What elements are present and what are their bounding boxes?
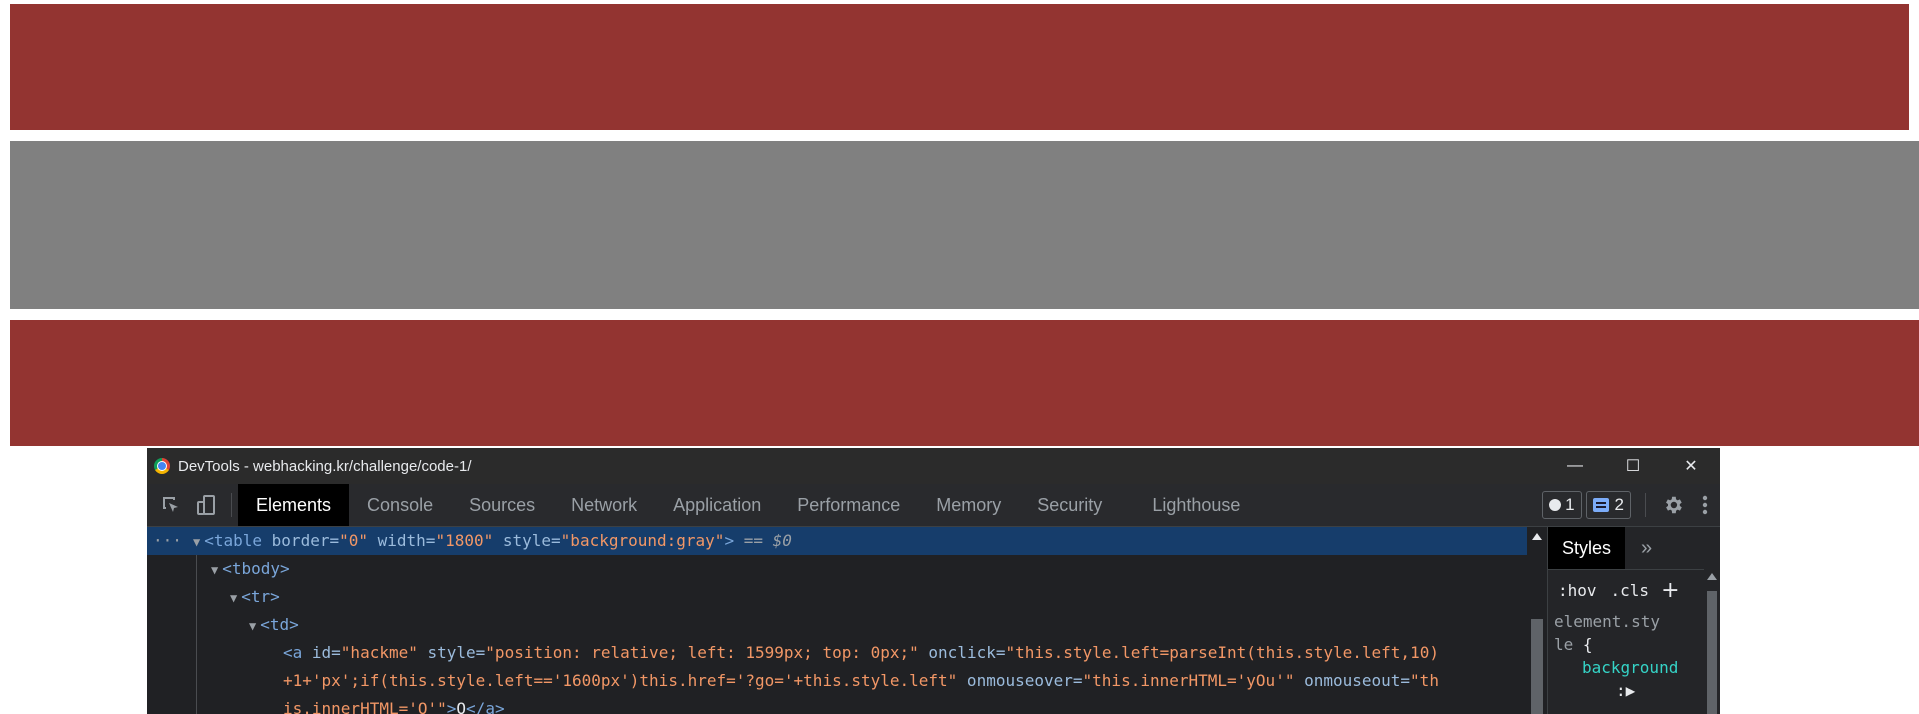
attr-name: border=: [262, 531, 340, 550]
attr-value: "position: relative; left: 1599px; top: …: [485, 643, 919, 662]
attr-name: onclick=: [918, 643, 1006, 662]
expand-triangle-icon[interactable]: ▼: [193, 535, 200, 549]
close-button[interactable]: ✕: [1662, 448, 1720, 484]
style-property[interactable]: background: [1554, 656, 1720, 679]
issue-dot-icon: [1549, 499, 1562, 511]
styles-panel: Styles » :hov .cls + element.sty le { ba…: [1547, 527, 1720, 714]
message-icon: [1592, 498, 1609, 512]
rule-brace: {: [1573, 635, 1593, 654]
attr-name: style=: [493, 531, 561, 550]
tab-network[interactable]: Network: [553, 484, 655, 526]
attr-name: onmouseover=: [957, 671, 1083, 690]
tab-memory[interactable]: Memory: [918, 484, 1019, 526]
attr-value: is.innerHTML='O'": [283, 699, 447, 714]
class-toggle[interactable]: .cls: [1611, 581, 1650, 600]
node-actions-ellipsis[interactable]: ···: [153, 527, 182, 555]
attr-value: +1+'px';if(this.style.left=='1600px')thi…: [283, 671, 958, 690]
tab-elements[interactable]: Elements: [238, 484, 350, 526]
dom-node-table[interactable]: ··· ▼ <table border="0" width="1800" style…: [147, 527, 1527, 555]
attr-name: onmouseout=: [1294, 671, 1411, 690]
devtools-titlebar[interactable]: DevTools - webhacking.kr/challenge/code-…: [147, 448, 1720, 484]
dom-node-tr[interactable]: ▼ <tr>: [147, 583, 1527, 611]
bottom-red-bar: [10, 320, 1919, 446]
hover-state-toggle[interactable]: :hov: [1558, 581, 1597, 600]
kebab-menu-icon[interactable]: [1690, 484, 1720, 526]
right-toolbar: 1 2: [1542, 484, 1720, 526]
devtools-window: DevTools - webhacking.kr/challenge/code-…: [147, 448, 1720, 714]
attr-value: "this.innerHTML='yOu'": [1082, 671, 1295, 690]
attr-value: "0": [339, 531, 368, 550]
tag-tr: <tr>: [241, 587, 280, 606]
styles-scrollbar[interactable]: [1704, 569, 1720, 714]
selected-node-ref: == $0: [734, 531, 792, 550]
attr-value: "this.style.left=parseInt(this.style.lef…: [1005, 643, 1439, 662]
element-style-selector: element.sty: [1554, 612, 1660, 631]
expand-triangle-icon[interactable]: ▼: [230, 591, 237, 605]
scroll-up-arrow-icon[interactable]: [1532, 533, 1542, 540]
window-title: DevTools - webhacking.kr/challenge/code-…: [178, 457, 472, 475]
tag-close: >: [724, 531, 735, 550]
settings-gear-icon[interactable]: [1656, 484, 1690, 526]
tag-td: <td>: [260, 615, 299, 634]
styles-scroll-thumb[interactable]: [1707, 591, 1717, 714]
tab-styles[interactable]: Styles: [1548, 527, 1626, 569]
dom-node-td[interactable]: ▼ <td>: [147, 611, 1527, 639]
devtools-content: ··· ▼ <table border="0" width="1800" style…: [147, 527, 1720, 714]
gray-table-bar[interactable]: [10, 141, 1919, 309]
tab-console[interactable]: Console: [349, 484, 451, 526]
style-property-colon[interactable]: :▶: [1554, 679, 1720, 702]
tab-sources[interactable]: Sources: [451, 484, 553, 526]
add-rule-icon[interactable]: +: [1661, 578, 1679, 603]
attr-name: width=: [368, 531, 436, 550]
scroll-thumb[interactable]: [1531, 619, 1543, 714]
window-controls: — ☐ ✕: [1546, 448, 1720, 484]
dom-node-a-line1[interactable]: <a id="hackme" style="position: relative…: [147, 639, 1527, 667]
dom-node-a-line2[interactable]: +1+'px';if(this.style.left=='1600px')thi…: [147, 667, 1527, 695]
attr-value: "1800": [435, 531, 494, 550]
element-style-selector-cont: le: [1554, 635, 1574, 654]
top-red-bar: [10, 4, 1909, 130]
dom-tree-panel: ··· ▼ <table border="0" width="1800" style…: [147, 527, 1527, 714]
toolbar-divider: [231, 493, 232, 517]
tab-performance[interactable]: Performance: [779, 484, 918, 526]
inspect-element-icon[interactable]: [153, 484, 189, 526]
maximize-button[interactable]: ☐: [1604, 448, 1662, 484]
tab-lighthouse[interactable]: Lighthouse: [1134, 484, 1258, 526]
tab-security[interactable]: Security: [1019, 484, 1120, 526]
dom-scrollbar[interactable]: [1527, 527, 1547, 714]
tab-application[interactable]: Application: [655, 484, 779, 526]
issues-badge[interactable]: 1: [1542, 491, 1582, 519]
device-toolbar-icon[interactable]: [189, 484, 225, 526]
styles-scroll-up-icon[interactable]: [1707, 573, 1717, 580]
expand-triangle-icon[interactable]: ▼: [249, 619, 256, 633]
attr-value: "background:gray": [560, 531, 725, 550]
attr-name: style=: [417, 643, 486, 662]
dom-node-a-line3[interactable]: is.innerHTML='O'">O</a>: [147, 695, 1527, 714]
chrome-logo-icon: [154, 458, 170, 474]
tag-a-open: <a: [283, 643, 303, 662]
expand-triangle-icon[interactable]: ▼: [211, 563, 218, 577]
toolbar-divider-right: [1645, 493, 1646, 517]
styles-tabbar: Styles »: [1548, 527, 1720, 570]
node-text: O: [456, 699, 467, 714]
tag-close: >: [446, 699, 457, 714]
tag-a-close: </a>: [466, 699, 505, 714]
attr-name: id=: [302, 643, 341, 662]
tag-open: <table: [204, 531, 263, 550]
minimize-button[interactable]: —: [1546, 448, 1604, 484]
issues-count: 1: [1565, 495, 1575, 514]
styles-filter-row: :hov .cls +: [1548, 570, 1720, 610]
devtools-tabbar: Elements Console Sources Network Applica…: [147, 484, 1720, 527]
more-tabs-icon[interactable]: »: [1625, 537, 1652, 560]
attr-value: "th: [1410, 671, 1439, 690]
tag-tbody: <tbody>: [222, 559, 290, 578]
styles-rules: element.sty le { background :▶: [1548, 610, 1720, 702]
messages-count: 2: [1614, 495, 1624, 514]
messages-badge[interactable]: 2: [1585, 491, 1631, 519]
attr-value: "hackme": [340, 643, 418, 662]
dom-node-tbody[interactable]: ▼ <tbody>: [147, 555, 1527, 583]
